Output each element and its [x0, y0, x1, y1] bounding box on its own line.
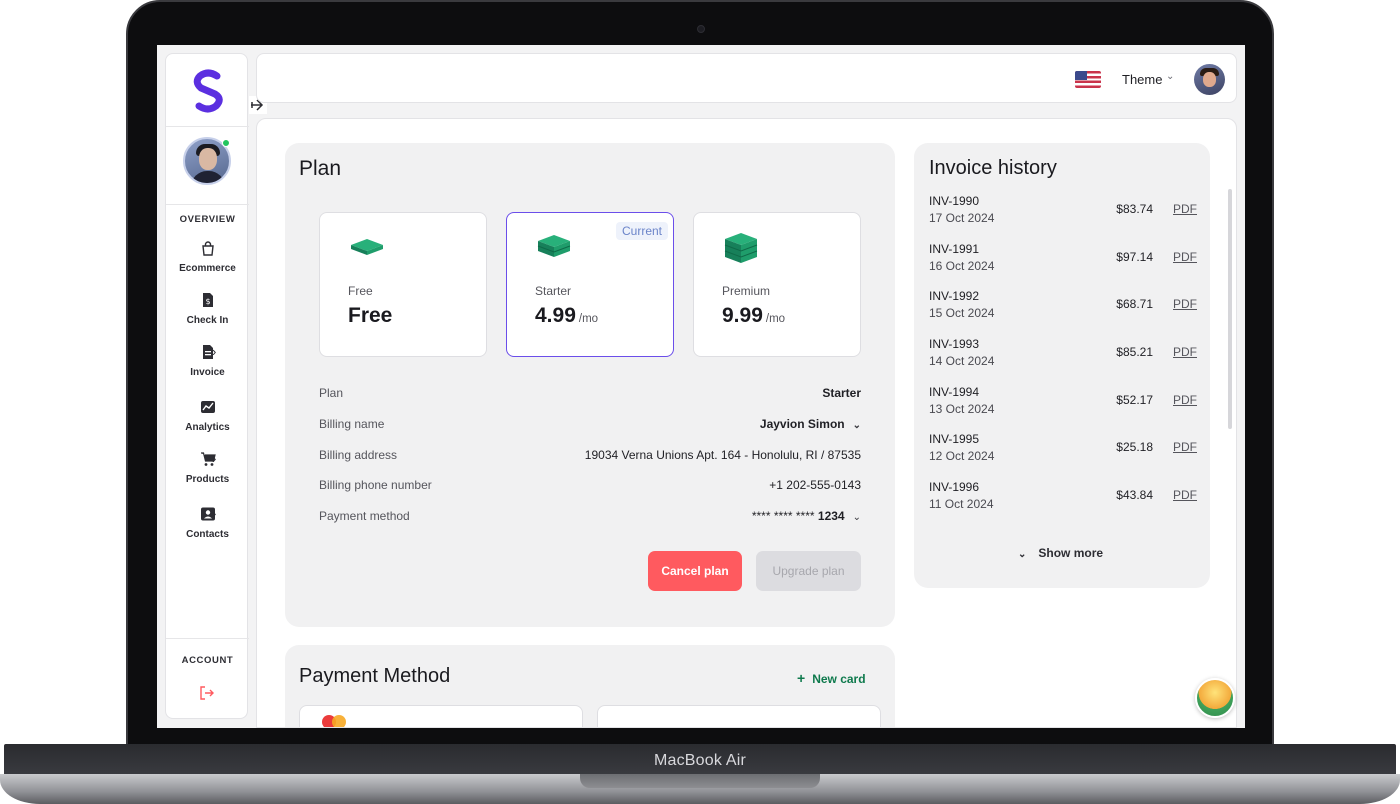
chevron-right-icon: › — [212, 451, 217, 466]
tier-name: Free — [348, 284, 373, 298]
section-label-overview: OVERVIEW — [179, 214, 236, 225]
sidebar-item-products[interactable]: › Products — [166, 451, 249, 493]
sidebar-item-label: Check In — [186, 315, 229, 326]
invoice-title: Invoice history — [929, 157, 1057, 179]
tier-price: 9.99/mo — [722, 304, 786, 327]
payment-title: Payment Method — [299, 665, 451, 687]
pdf-link[interactable]: PDF — [1173, 202, 1197, 216]
camera — [697, 25, 705, 33]
user-avatar[interactable] — [1194, 64, 1225, 95]
section-label-account: ACCOUNT — [181, 655, 234, 666]
sidebar-item-check-in[interactable]: $ Check In — [166, 292, 249, 334]
chevron-down-icon: ⌄ — [852, 420, 861, 431]
mastercard-icon — [322, 715, 346, 727]
tier-price: 4.99/mo — [535, 304, 599, 327]
payment-method-card: Payment Method + New card — [285, 645, 895, 727]
current-badge: Current — [615, 222, 668, 240]
scrollbar[interactable] — [1228, 189, 1232, 429]
pdf-link[interactable]: PDF — [1173, 488, 1197, 502]
list-item: INV-1994 13 Oct 2024 $52.17 PDF — [929, 385, 1197, 416]
tier-starter[interactable]: Current Starter 4.99/mo — [506, 212, 674, 357]
chevron-down-icon: ⌄ — [1018, 549, 1027, 560]
tier-price: Free — [348, 304, 393, 327]
sidebar-item-label: Invoice — [190, 367, 225, 378]
pdf-link[interactable]: PDF — [1173, 297, 1197, 311]
top-bar: Theme ⌄ — [256, 53, 1237, 103]
detail-payment-method[interactable]: Payment method **** **** **** 1234 ⌄ — [319, 509, 861, 529]
list-item: INV-1993 14 Oct 2024 $85.21 PDF — [929, 337, 1197, 368]
pdf-link[interactable]: PDF — [1173, 393, 1197, 407]
settings-fab-icon[interactable] — [1195, 678, 1235, 718]
sidebar-item-ecommerce[interactable]: Ecommerce — [166, 240, 249, 282]
pdf-link[interactable]: PDF — [1173, 345, 1197, 359]
sidebar: OVERVIEW Ecommerce $ Check In › Invoice … — [165, 53, 249, 719]
saved-card[interactable] — [597, 705, 881, 727]
stack-icon — [724, 233, 758, 263]
plan-card: Plan Free Free Current Starter 4.99/mo P… — [285, 143, 895, 627]
list-item: INV-1995 12 Oct 2024 $25.18 PDF — [929, 432, 1197, 463]
chevron-right-icon: › — [212, 344, 217, 359]
detail-plan: Plan Starter — [319, 386, 861, 400]
new-card-button[interactable]: + New card — [797, 670, 866, 686]
sidebar-item-label: Analytics — [185, 422, 230, 433]
list-item: INV-1990 17 Oct 2024 $83.74 PDF — [929, 194, 1197, 225]
svg-text:$: $ — [205, 297, 210, 306]
shopping-bag-icon — [201, 241, 214, 256]
tier-name: Starter — [535, 284, 572, 298]
chevron-down-icon[interactable]: ⌄ — [1166, 71, 1174, 82]
laptop-base: MacBook Air — [0, 744, 1400, 804]
sidebar-item-analytics[interactable]: Analytics — [166, 399, 249, 441]
detail-billing-address: Billing address 19034 Verna Unions Apt. … — [319, 448, 861, 462]
sidebar-item-label: Contacts — [186, 529, 229, 540]
detail-billing-phone: Billing phone number +1 202-555-0143 — [319, 478, 861, 492]
chevron-right-icon: › — [212, 506, 217, 521]
plan-title: Plan — [299, 157, 342, 180]
plus-icon: + — [797, 670, 806, 686]
chart-line-icon — [200, 401, 215, 413]
show-more-button[interactable]: ⌄ Show more — [1018, 546, 1103, 560]
tier-name: Premium — [722, 284, 771, 298]
sidebar-item-label: Products — [185, 474, 230, 485]
upgrade-plan-button: Upgrade plan — [756, 551, 861, 591]
logout-icon[interactable] — [199, 685, 215, 701]
sidebar-item-contacts[interactable]: › Contacts — [166, 506, 249, 548]
stack-icon — [537, 235, 571, 257]
list-item: INV-1996 11 Oct 2024 $43.84 PDF — [929, 480, 1197, 511]
sidebar-item-label: Ecommerce — [179, 263, 236, 274]
cancel-plan-button[interactable]: Cancel plan — [648, 551, 742, 591]
main-content: Plan Free Free Current Starter 4.99/mo P… — [256, 118, 1237, 728]
brand-logo-icon[interactable] — [189, 68, 227, 114]
stack-icon — [351, 239, 383, 255]
pdf-link[interactable]: PDF — [1173, 440, 1197, 454]
tier-premium[interactable]: Premium 9.99/mo — [693, 212, 861, 357]
chevron-down-icon: ⌄ — [852, 512, 861, 523]
online-status-dot — [222, 139, 230, 147]
device-label: MacBook Air — [653, 752, 746, 769]
theme-selector[interactable]: Theme — [1122, 72, 1162, 87]
list-item: INV-1991 16 Oct 2024 $97.14 PDF — [929, 242, 1197, 273]
sidebar-item-invoice[interactable]: › Invoice — [166, 344, 249, 386]
invoice-history-card: Invoice history INV-1990 17 Oct 2024 $83… — [914, 143, 1210, 588]
us-flag-icon[interactable] — [1075, 71, 1101, 88]
saved-card[interactable] — [299, 705, 583, 727]
receipt-dollar-icon: $ — [202, 293, 213, 307]
list-item: INV-1992 15 Oct 2024 $68.71 PDF — [929, 289, 1197, 320]
pdf-link[interactable]: PDF — [1173, 250, 1197, 264]
tier-free[interactable]: Free Free — [319, 212, 487, 357]
detail-billing-name[interactable]: Billing name Jayvion Simon ⌄ — [319, 417, 861, 437]
app-screen: OVERVIEW Ecommerce $ Check In › Invoice … — [157, 45, 1245, 728]
